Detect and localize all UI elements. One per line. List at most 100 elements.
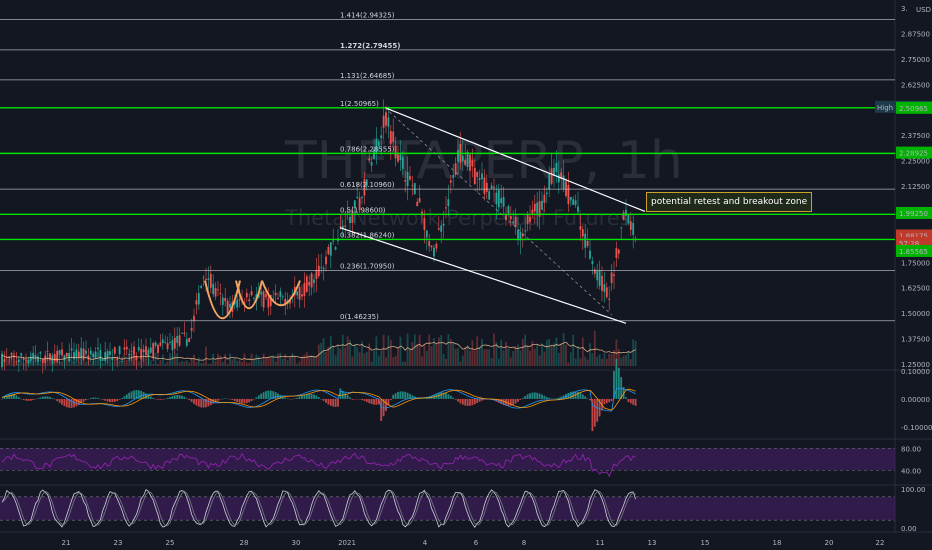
volume-bar <box>622 355 625 366</box>
volume-bar <box>521 338 524 366</box>
candle-body <box>425 230 428 238</box>
candle-body <box>181 333 183 334</box>
volume-bar <box>70 358 73 366</box>
candle-body <box>361 196 363 199</box>
volume-bar <box>207 363 210 366</box>
candle-body <box>466 151 469 167</box>
macd-histogram-bar <box>111 398 114 403</box>
candle-body <box>529 216 531 222</box>
volume-bar <box>173 354 176 366</box>
annotation-callout[interactable]: potential retest and breakout zone <box>646 192 813 212</box>
price-badge-text: 2.50965 <box>899 105 928 113</box>
macd-histogram-bar <box>61 398 63 405</box>
macd-histogram-bar <box>313 394 315 399</box>
candle-body <box>433 247 435 257</box>
price-badge-tag-text: High <box>877 104 893 112</box>
volume-bar <box>109 359 111 366</box>
volume-bar <box>502 350 505 366</box>
volume-bar <box>15 362 18 366</box>
macd-histogram-bar <box>29 398 32 401</box>
candle-body <box>221 297 224 305</box>
volume-bar <box>442 354 445 366</box>
candle-body <box>370 162 373 166</box>
macd-histogram-bar <box>46 396 49 399</box>
macd-histogram-bar <box>634 398 637 406</box>
macd-histogram-bar <box>353 398 356 400</box>
candle-body <box>209 273 212 288</box>
macd-histogram-bar <box>593 398 596 427</box>
volume-bar <box>1 355 3 366</box>
volume-bar <box>113 356 116 366</box>
macd-histogram-bar <box>452 397 455 399</box>
candle-body <box>579 225 582 230</box>
macd-histogram-bar <box>421 398 423 400</box>
volume-bar <box>543 351 546 366</box>
volume-bar <box>555 337 558 366</box>
macd-histogram-bar <box>521 397 524 399</box>
time-tick-label: 23 <box>114 539 123 547</box>
volume-bar <box>339 348 342 366</box>
macd-histogram-bar <box>99 398 102 400</box>
candle-body <box>457 150 459 162</box>
candle-body <box>130 351 133 353</box>
macd-histogram-bar <box>248 398 251 403</box>
volume-bar <box>293 356 296 366</box>
candle-body <box>476 171 479 177</box>
volume-bar <box>291 353 294 366</box>
candle-body <box>440 225 443 232</box>
volume-bar <box>27 358 30 366</box>
volume-bar <box>279 352 282 366</box>
volume-bar <box>145 359 147 366</box>
volume-bar <box>392 357 395 366</box>
macd-histogram-bar <box>445 393 447 399</box>
volume-bar <box>409 349 411 366</box>
volume-bar <box>404 361 407 366</box>
volume-bar <box>483 349 486 366</box>
candle-body <box>409 175 411 180</box>
volume-bar <box>370 361 373 366</box>
candle-body <box>509 216 512 220</box>
macd-histogram-bar <box>32 398 35 401</box>
candle-body <box>423 218 426 230</box>
macd-histogram-bar <box>70 398 73 408</box>
volume-bar <box>478 346 481 366</box>
volume-bar <box>526 345 529 366</box>
macd-histogram-bar <box>193 398 195 404</box>
candle-body <box>344 225 347 227</box>
candle-body <box>557 174 560 183</box>
candle-body <box>279 291 282 297</box>
time-tick-label: 2021 <box>338 539 356 547</box>
candle-body <box>142 349 145 353</box>
volume-bar <box>178 362 181 366</box>
macd-histogram-bar <box>334 398 337 407</box>
macd-histogram-bar <box>325 398 327 403</box>
candle-body <box>260 291 263 295</box>
volume-bar <box>245 362 248 366</box>
macd-histogram-bar <box>406 392 409 399</box>
volume-bar <box>351 356 354 366</box>
macd-histogram-bar <box>308 393 311 399</box>
price-badge-text: 1.99250 <box>899 210 928 218</box>
candle-body <box>471 160 474 167</box>
macd-tick-label: 0.10000 <box>901 368 930 376</box>
volume-bar <box>584 356 587 366</box>
candle-body <box>495 192 498 205</box>
macd-histogram-bar <box>440 392 443 399</box>
macd-histogram-bar <box>164 398 167 400</box>
candle-body <box>308 281 311 286</box>
volume-bar <box>197 357 200 366</box>
volume-bar <box>461 355 464 366</box>
macd-histogram-bar <box>526 394 529 399</box>
macd-histogram-bar <box>385 398 387 411</box>
candle-body <box>531 209 534 214</box>
volume-bar <box>598 354 601 366</box>
candle-body <box>394 145 397 159</box>
macd-histogram-bar <box>579 393 582 399</box>
candle-body <box>118 346 121 355</box>
volume-bar <box>425 350 428 366</box>
volume-bar <box>305 352 308 366</box>
price-tick-label: 1.75000 <box>901 259 930 267</box>
volume-bar <box>629 359 632 366</box>
chart-canvas[interactable]: THETAPERP, 1hTheta Network Perpetual Fut… <box>0 0 932 550</box>
volume-bar <box>20 357 23 366</box>
